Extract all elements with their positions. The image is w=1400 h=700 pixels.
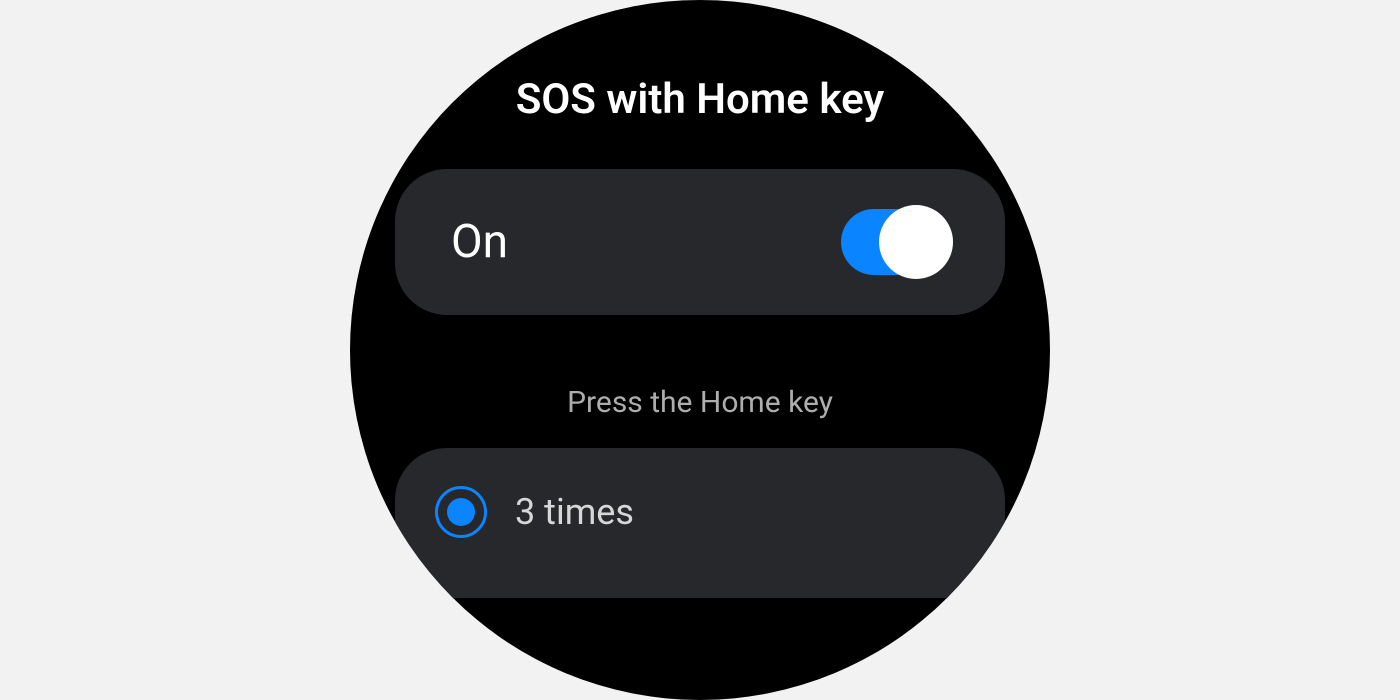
section-label: Press the Home key	[567, 385, 833, 420]
watch-face: SOS with Home key On Press the Home key …	[350, 0, 1050, 700]
press-count-option[interactable]: 3 times	[395, 448, 1005, 598]
switch-knob	[879, 205, 953, 279]
press-count-label: 3 times	[515, 491, 634, 533]
radio-selected-icon	[435, 486, 487, 538]
radio-inner-dot	[447, 498, 475, 526]
sos-toggle-label: On	[451, 215, 508, 269]
sos-toggle-row[interactable]: On	[395, 169, 1005, 315]
sos-toggle-switch[interactable]	[841, 209, 953, 275]
page-title: SOS with Home key	[516, 75, 885, 125]
settings-content: SOS with Home key On Press the Home key …	[350, 0, 1050, 598]
